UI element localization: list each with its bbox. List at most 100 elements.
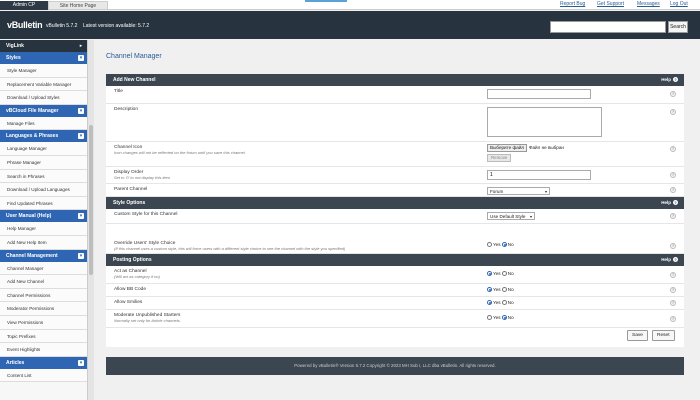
title-input[interactable] [487,89,591,99]
vbulletin-logo[interactable]: vBulletin [7,20,43,30]
title-label: Title [114,89,123,94]
remove-icon-button[interactable]: Remove [487,154,512,162]
help-icon[interactable]: ? [670,172,676,178]
help-icon[interactable]: ? [670,300,676,306]
smilies-no-radio[interactable] [501,300,507,306]
sidebar-item-replacement-variable-manager[interactable]: Replacement Variable Manager [0,77,87,92]
sidebar-item-event-highlights[interactable]: Event Highlights [0,343,87,357]
moderate-no-radio[interactable] [501,315,507,321]
parent-channel-select[interactable]: Forum ▾ [487,187,550,195]
sidebar-section-viglink[interactable]: VigLink ▸ [0,40,87,52]
footer: Powered by vBulletin® Version 5.7.2 Copy… [106,357,684,375]
sidebar-section-label: Languages & Phrases [6,133,59,140]
description-textarea[interactable] [487,107,602,137]
help-icon[interactable]: ? [670,91,676,97]
chevron-down-icon: ▾ [544,189,547,194]
override-style-row: Override Users' Style Choice (If this ch… [106,238,684,254]
tab-admin-cp[interactable]: Admin CP [0,1,48,10]
description-row: Description ? [106,104,684,142]
save-button[interactable]: Save [627,330,648,341]
sidebar-item-moderator-permissions[interactable]: Moderator Permissions [0,302,87,316]
sidebar-item-add-new-help-item[interactable]: Add New Help Item [0,235,87,250]
override-radio-group: Yes No [487,242,514,248]
bbcode-yes-radio[interactable] [487,287,492,293]
chevron-down-icon: ▾ [78,213,84,220]
sidebar-item-help-manager[interactable]: Help Manager [0,222,87,236]
sidebar-section-label: vBCloud File Manager [6,107,59,114]
sidebar-item-channel-manager[interactable]: Channel Manager [0,261,87,276]
sidebar-item-search-in-phrases[interactable]: Search in Phrases [0,169,87,184]
sidebar-section-user-manual[interactable]: User Manual (Help) ▾ [0,210,87,223]
reset-button[interactable]: Reset [652,330,675,341]
custom-style-label: Custom Style for this Channel [114,212,178,217]
file-status-text: Файл не выбран [529,145,564,150]
sidebar-item-download-upload-languages[interactable]: Download / Upload Languages [0,183,87,197]
help-icon[interactable]: ? [670,316,676,322]
help-icon[interactable]: ? [670,243,676,249]
help-icon[interactable]: ? [670,213,676,219]
sidebar-item-language-manager[interactable]: Language Manager [0,142,87,156]
override-yes-radio[interactable] [487,242,492,248]
channel-icon-row: Channel Icon Icon changes will not be re… [106,142,684,167]
chevron-down-icon: ▾ [78,55,84,61]
moderate-starters-row: Moderate Unpublished Starters Normally s… [106,310,684,328]
sidebar-section-label: Channel Management [6,252,58,259]
display-order-input[interactable] [487,170,591,180]
help-link[interactable]: Help? [661,74,678,86]
sidebar-item-content-list[interactable]: Content List [0,368,87,383]
get-support-link[interactable]: Get Support [597,1,624,7]
act-no-radio[interactable] [501,271,507,277]
sidebar-scrollbar-thumb[interactable] [89,125,93,275]
sidebar-item-find-updated-phrases[interactable]: Find Updated Phrases [0,196,87,211]
sidebar-section-languages-phrases[interactable]: Languages & Phrases ▾ [0,130,87,143]
sidebar-section-articles[interactable]: Articles ▾ [0,356,87,369]
help-icon[interactable]: ? [670,187,676,193]
search-input[interactable] [550,21,666,33]
sidebar-item-download-upload-styles[interactable]: Download / Upload Styles [0,91,87,105]
style-options-header: Style Options Help? [106,197,684,209]
help-icon[interactable]: ? [670,146,676,152]
custom-style-row: Custom Style for this Channel Use Defaul… [106,209,684,224]
messages-link[interactable]: Messages [637,1,660,7]
main-content: Channel Manager Add New Channel Help? Ti… [96,40,700,400]
tab-site-home-page[interactable]: Site Home Page [48,1,108,10]
sidebar-section-styles[interactable]: Styles ▾ [0,52,87,64]
sidebar-section-channel-management[interactable]: Channel Management ▾ [0,249,87,262]
help-icon[interactable]: ? [670,109,676,115]
act-as-channel-radio-group: Yes No [487,271,514,277]
display-order-note: Set to '0' to not display this item [114,175,170,180]
sidebar-item-manage-files[interactable]: Manage Files [0,116,87,131]
override-style-note: (If this channel uses a custom style, th… [114,246,346,251]
sidebar-section-label: Styles [6,55,21,61]
help-link[interactable]: Help? [661,254,678,266]
help-icon[interactable]: ? [670,287,676,293]
allow-bbcode-row: Allow BB Code Yes No ? [106,284,684,297]
help-link[interactable]: Help? [661,197,678,209]
choose-file-button[interactable]: Выберите файл [487,144,528,152]
sidebar-item-topic-prefixes[interactable]: Topic Prefixes [0,329,87,344]
sidebar-item-view-permissions[interactable]: View Permissions [0,315,87,330]
section-title: Posting Options [113,257,152,263]
sidebar-section-vbcloud-file-manager[interactable]: vBCloud File Manager ▾ [0,104,87,117]
chevron-down-icon: ▾ [78,252,84,259]
sidebar-item-phrase-manager[interactable]: Phrase Manager [0,155,87,170]
parent-channel-row: Parent Channel Forum ▾ ? [106,184,684,197]
smilies-yes-radio[interactable] [487,300,492,306]
override-no-radio[interactable] [501,242,507,248]
sidebar-item-style-manager[interactable]: Style Manager [0,64,87,78]
title-row: Title ? [106,86,684,104]
moderate-yes-radio[interactable] [487,315,492,321]
report-bug-link[interactable]: Report Bug [560,1,585,7]
bbcode-no-radio[interactable] [501,287,507,293]
add-new-channel-panel: Add New Channel Help? Title ? Descriptio… [106,74,684,238]
latest-version-text: Latest version available: 5.7.2 [83,23,150,29]
act-yes-radio[interactable] [487,271,492,277]
sidebar-item-channel-permissions[interactable]: Channel Permissions [0,288,87,303]
help-icon[interactable]: ? [670,272,676,278]
custom-style-select[interactable]: Use Default Style ▾ [487,212,535,220]
sidebar-item-add-new-channel[interactable]: Add New Channel [0,275,87,289]
search-button[interactable]: Search [668,21,688,33]
smilies-radio-group: Yes No [487,300,514,306]
log-out-link[interactable]: Log Out [670,1,688,7]
chevron-right-icon: ▸ [79,43,83,49]
